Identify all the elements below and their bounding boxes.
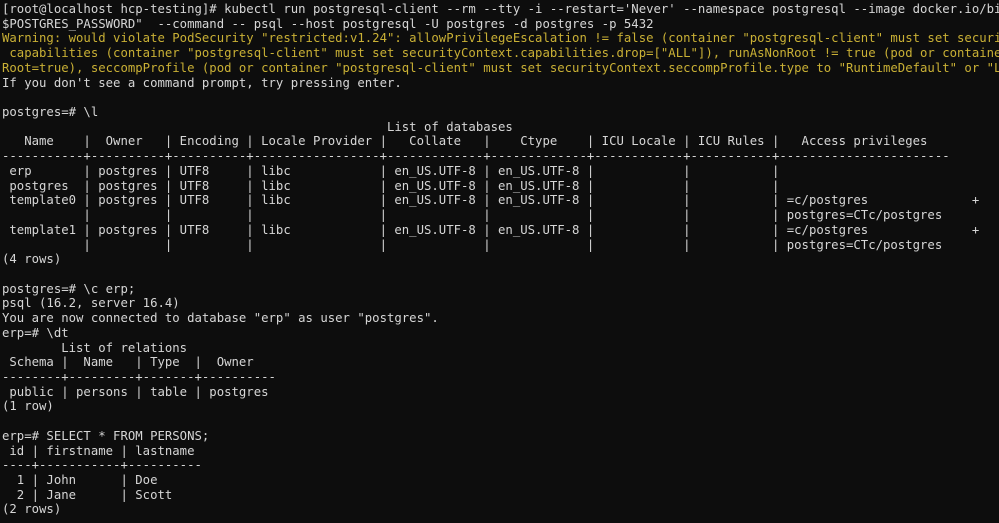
terminal-line-l18: (4 rows) — [2, 252, 999, 267]
terminal-line-l07 — [2, 90, 999, 105]
terminal-line-l08: postgres=# \l — [2, 105, 999, 120]
terminal-line-l11: -----------+----------+----------+------… — [2, 149, 999, 164]
terminal-line-l21: psql (16.2, server 16.4) — [2, 296, 999, 311]
terminal-line-l09: List of databases — [2, 120, 999, 135]
terminal-line-l16: template1 | postgres | UTF8 | libc | en_… — [2, 223, 999, 238]
terminal-line-l19 — [2, 267, 999, 282]
terminal-line-l36 — [2, 517, 999, 523]
terminal-line-l29 — [2, 414, 999, 429]
terminal-window[interactable]: [root@localhost hcp-testing]# kubectl ru… — [0, 0, 999, 523]
terminal-line-l30: erp=# SELECT * FROM PERSONS; — [2, 429, 999, 444]
terminal-line-l26: --------+---------+-------+---------- — [2, 370, 999, 385]
terminal-line-l15: | | | | | | | | postgres=CTc/postgres — [2, 208, 999, 223]
terminal-line-l02: $POSTGRES_PASSWORD" --command -- psql --… — [2, 17, 999, 32]
terminal-line-l32: ----+-----------+---------- — [2, 458, 999, 473]
terminal-line-l10: Name | Owner | Encoding | Locale Provide… — [2, 134, 999, 149]
terminal-line-l34: 2 | Jane | Scott — [2, 488, 999, 503]
terminal-line-l01: [root@localhost hcp-testing]# kubectl ru… — [2, 2, 999, 17]
terminal-line-l31: id | firstname | lastname — [2, 444, 999, 459]
terminal-line-l22: You are now connected to database "erp" … — [2, 311, 999, 326]
terminal-line-l03: Warning: would violate PodSecurity "rest… — [2, 31, 999, 46]
terminal-line-l27: public | persons | table | postgres — [2, 385, 999, 400]
terminal-line-l05: Root=true), seccompProfile (pod or conta… — [2, 61, 999, 76]
terminal-line-l35: (2 rows) — [2, 502, 999, 517]
terminal-line-l28: (1 row) — [2, 399, 999, 414]
terminal-line-l06: If you don't see a command prompt, try p… — [2, 76, 999, 91]
terminal-line-l04: capabilities (container "postgresql-clie… — [2, 46, 999, 61]
terminal-line-l25: Schema | Name | Type | Owner — [2, 355, 999, 370]
terminal-line-l13: postgres | postgres | UTF8 | libc | en_U… — [2, 179, 999, 194]
terminal-line-l33: 1 | John | Doe — [2, 473, 999, 488]
terminal-line-l20: postgres=# \c erp; — [2, 282, 999, 297]
terminal-output-buffer: [root@localhost hcp-testing]# kubectl ru… — [2, 2, 999, 523]
terminal-line-l24: List of relations — [2, 341, 999, 356]
terminal-line-l12: erp | postgres | UTF8 | libc | en_US.UTF… — [2, 164, 999, 179]
terminal-line-l14: template0 | postgres | UTF8 | libc | en_… — [2, 193, 999, 208]
terminal-line-l17: | | | | | | | | postgres=CTc/postgres — [2, 238, 999, 253]
terminal-line-l23: erp=# \dt — [2, 326, 999, 341]
